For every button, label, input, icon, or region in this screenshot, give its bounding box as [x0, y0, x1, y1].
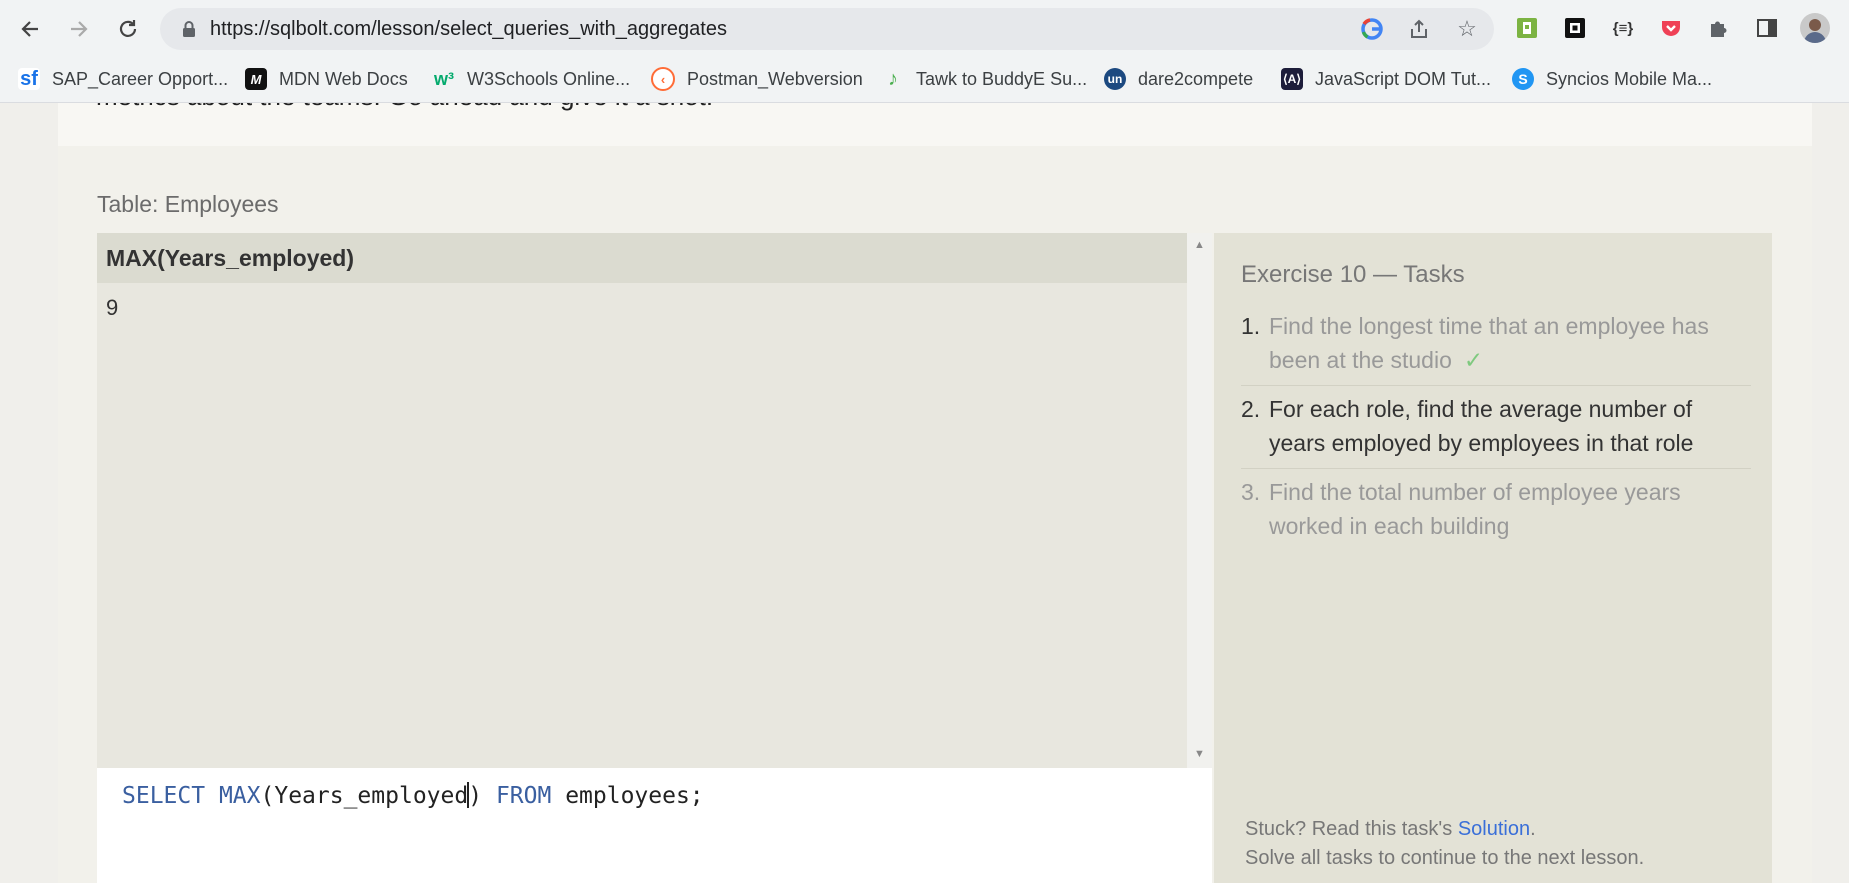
w3schools-logo-icon: w³ [434, 68, 454, 89]
bookmark-label: Postman_Webversion [687, 68, 863, 89]
extension-square-icon[interactable] [1560, 13, 1590, 43]
exercise-tasks-panel: Exercise 10 — Tasks 1. Find the longest … [1214, 233, 1772, 883]
task-number: 2. [1241, 396, 1261, 422]
query-results-panel: MAX(Years_employed) 9 ▲ ▼ [97, 233, 1212, 768]
forward-icon[interactable] [62, 12, 96, 46]
sf-logo-icon: sf [18, 68, 40, 90]
lesson-intro: metrics about the teams. Go ahead and gi… [58, 103, 1812, 146]
bookmark-w3schools[interactable]: w³ W3Schools Online... [433, 56, 630, 102]
bookmark-label: Syncios Mobile Ma... [1546, 68, 1713, 89]
sql-table-name: employees; [565, 783, 704, 809]
bookmark-syncios[interactable]: S Syncios Mobile Ma... [1512, 56, 1712, 102]
result-cell: 9 [106, 295, 119, 320]
bookmark-sap-career[interactable]: sf SAP_Career Opport... [18, 56, 228, 102]
table-caption: Table: Employees [97, 191, 279, 217]
task-text: Find the total number of employee years … [1269, 479, 1681, 539]
tawk-logo-icon: ♪ [888, 67, 898, 90]
results-scrollbar[interactable]: ▲ ▼ [1187, 233, 1212, 768]
sql-function-max: MAX [218, 783, 261, 809]
task-text: Find the longest time that an employee h… [1269, 313, 1709, 373]
back-icon[interactable] [13, 12, 47, 46]
mdn-logo-icon: M [245, 68, 267, 90]
reload-icon[interactable] [111, 12, 145, 46]
tasks-title: Exercise 10 — Tasks [1241, 261, 1465, 288]
column-header: MAX(Years_employed) [106, 245, 354, 271]
js-dom-logo-icon: ⟨A⟩ [1281, 68, 1303, 90]
side-panel-icon[interactable] [1752, 13, 1782, 43]
bookmark-label: W3Schools Online... [467, 68, 631, 89]
bookmark-javascript-dom[interactable]: ⟨A⟩ JavaScript DOM Tut... [1281, 56, 1491, 102]
stuck-text: Stuck? Read this task's [1245, 818, 1458, 840]
task-number: 1. [1241, 313, 1261, 339]
bookmarks-bar: sf SAP_Career Opport... M MDN Web Docs w… [0, 56, 1849, 103]
bookmark-label: Tawk to BuddyE Su... [916, 68, 1088, 89]
sql-argument: (Years_employed [260, 783, 469, 809]
bookmark-mdn[interactable]: M MDN Web Docs [245, 56, 408, 102]
unstop-logo-icon: un [1104, 68, 1126, 90]
page-viewport: metrics about the teams. Go ahead and gi… [0, 103, 1849, 883]
checkmark-icon: ✓ [1463, 347, 1484, 373]
pocket-icon[interactable] [1656, 13, 1686, 43]
stuck-period: . [1530, 818, 1536, 840]
bookmark-tawk[interactable]: ♪ Tawk to BuddyE Su... [882, 56, 1087, 102]
url-text[interactable]: https://sqlbolt.com/lesson/select_querie… [210, 8, 727, 50]
continue-note: Solve all tasks to continue to the next … [1245, 847, 1645, 869]
lock-icon[interactable] [182, 20, 196, 43]
json-extension-icon[interactable]: {≡} [1608, 13, 1638, 43]
task-text: For each role, find the average number o… [1269, 396, 1694, 456]
google-icon[interactable] [1360, 17, 1384, 41]
bookmark-star-icon[interactable]: ☆ [1455, 16, 1479, 41]
results-header-row: MAX(Years_employed) [97, 233, 1187, 283]
sql-query-line[interactable]: SELECT MAX(Years_employed) FROM employee… [122, 782, 704, 809]
share-icon[interactable] [1407, 17, 1431, 41]
sql-argument-close: ) [468, 783, 483, 809]
task-number: 3. [1241, 479, 1261, 505]
bookmark-label: JavaScript DOM Tut... [1315, 68, 1492, 89]
sql-keyword-from: FROM [495, 783, 552, 809]
sql-editor[interactable]: SELECT MAX(Years_employed) FROM employee… [97, 768, 1212, 883]
extensions-puzzle-icon[interactable] [1704, 13, 1734, 43]
address-bar[interactable]: https://sqlbolt.com/lesson/select_querie… [160, 8, 1494, 50]
stuck-help: Stuck? Read this task's Solution. Solve … [1245, 815, 1644, 873]
browser-toolbar: https://sqlbolt.com/lesson/select_querie… [0, 0, 1849, 56]
scroll-down-icon[interactable]: ▼ [1194, 748, 1205, 760]
bookmark-label: MDN Web Docs [279, 68, 408, 89]
postman-logo-icon: ‹ [651, 67, 675, 91]
task-item-2: 2. For each role, find the average numbe… [1241, 386, 1751, 469]
syncios-logo-icon: S [1512, 68, 1534, 90]
profile-avatar[interactable] [1800, 13, 1830, 43]
bookmark-postman[interactable]: ‹ Postman_Webversion [651, 56, 863, 102]
task-item-1: 1. Find the longest time that an employe… [1241, 303, 1751, 386]
task-list: 1. Find the longest time that an employe… [1241, 303, 1751, 551]
bookmark-dare2compete[interactable]: un dare2compete [1104, 56, 1253, 102]
scroll-up-icon[interactable]: ▲ [1194, 239, 1205, 251]
bookmark-label: dare2compete [1138, 68, 1254, 89]
bookmark-label: SAP_Career Opport... [52, 68, 229, 89]
extension-green-icon[interactable] [1512, 13, 1542, 43]
solution-link[interactable]: Solution [1458, 818, 1530, 840]
task-item-3: 3. Find the total number of employee yea… [1241, 469, 1751, 551]
intro-text: metrics about the teams. Go ahead and gi… [96, 103, 713, 112]
sql-keyword-select: SELECT [122, 783, 206, 809]
